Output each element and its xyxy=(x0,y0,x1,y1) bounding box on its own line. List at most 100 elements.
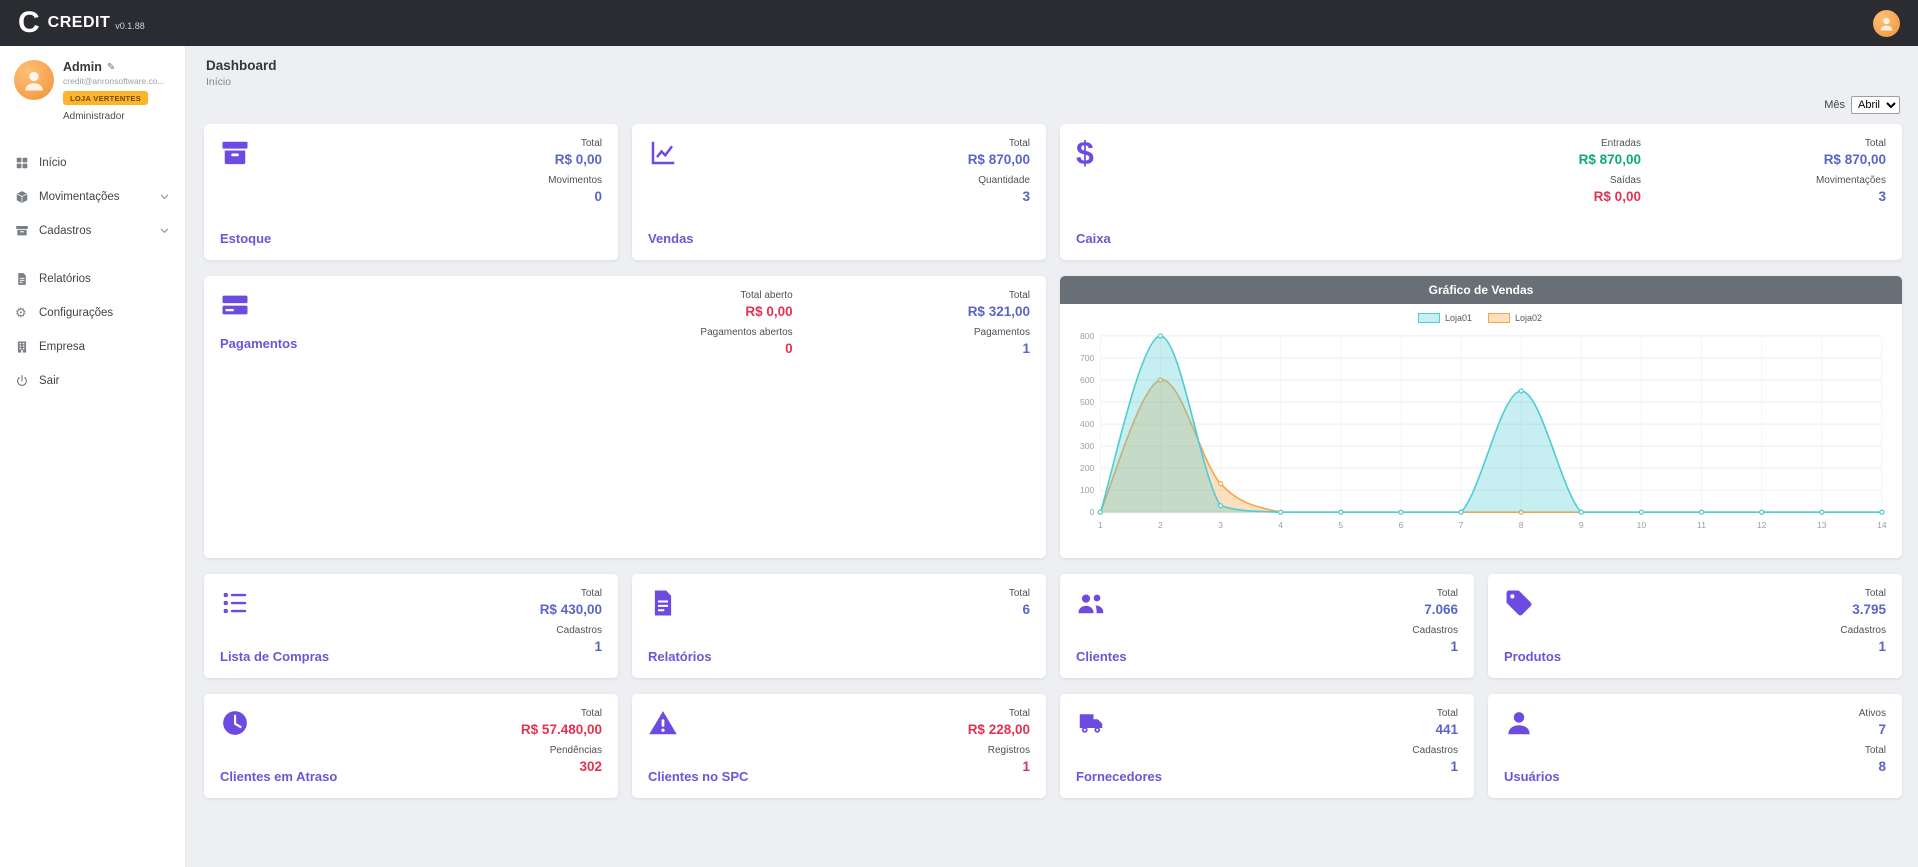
card-fornecedores: Fornecedores Total441 Cadastros1 xyxy=(1060,694,1474,798)
chart-line-icon xyxy=(648,138,678,168)
sidebar-menu: Início Movimentações Cadastros Relatório… xyxy=(0,146,185,398)
sales-chart-card: Gráfico de Vendas Loja01 Loja02 01002003… xyxy=(1060,276,1902,558)
legend-item-loja01[interactable]: Loja01 xyxy=(1418,313,1472,323)
sidebar-item-sair[interactable]: Sair xyxy=(0,364,185,398)
svg-text:200: 200 xyxy=(1080,463,1095,473)
sidebar-item-inicio[interactable]: Início xyxy=(0,146,185,180)
card-title[interactable]: Lista de Compras xyxy=(220,649,329,664)
sidebar-item-label: Movimentações xyxy=(39,191,120,203)
card-title[interactable]: Usuários xyxy=(1504,769,1560,784)
stat-value: 1 xyxy=(968,758,1030,776)
sidebar-item-movimentacoes[interactable]: Movimentações xyxy=(0,180,185,214)
svg-text:14: 14 xyxy=(1877,520,1887,530)
archive-icon xyxy=(220,138,250,168)
svg-text:12: 12 xyxy=(1757,520,1767,530)
profile-name: Admin xyxy=(63,60,102,74)
stat-label: Entradas xyxy=(1579,138,1641,151)
stat-label: Total xyxy=(968,708,1030,721)
stat-label: Cadastros xyxy=(1412,745,1458,758)
sales-area-chart: 0100200300400500600700800123456789101112… xyxy=(1066,328,1894,536)
stat-label: Total xyxy=(1816,138,1886,151)
sidebar-item-label: Relatórios xyxy=(39,273,91,285)
stat-value: 1 xyxy=(540,638,602,656)
stat-label: Total xyxy=(1859,745,1886,758)
warning-icon xyxy=(648,708,678,738)
card-title[interactable]: Relatórios xyxy=(648,649,712,664)
file-text-icon xyxy=(648,588,678,618)
stat-value: 1 xyxy=(968,340,1030,358)
cards-grid: Estoque TotalR$ 0,00 Movimentos0 Vendas … xyxy=(204,124,1902,798)
sidebar-item-cadastros[interactable]: Cadastros xyxy=(0,214,185,248)
stat-value: R$ 870,00 xyxy=(1579,151,1641,169)
stat-label: Pendências xyxy=(521,745,602,758)
users-group-icon xyxy=(1076,588,1106,618)
legend-label: Loja02 xyxy=(1515,313,1542,323)
card-caixa: $ Caixa EntradasR$ 870,00 SaídasR$ 0,00 … xyxy=(1060,124,1902,260)
card-title[interactable]: Clientes em Atraso xyxy=(220,769,337,784)
month-select[interactable]: Abril xyxy=(1851,96,1900,114)
card-title[interactable]: Produtos xyxy=(1504,649,1561,664)
svg-text:600: 600 xyxy=(1080,375,1095,385)
stat-value: 7.066 xyxy=(1412,601,1458,619)
card-title[interactable]: Clientes no SPC xyxy=(648,769,748,784)
month-label: Mês xyxy=(1824,99,1845,111)
svg-text:13: 13 xyxy=(1817,520,1827,530)
card-usuarios: Usuários Ativos7 Total8 xyxy=(1488,694,1902,798)
stat-value: 302 xyxy=(521,758,602,776)
person-icon xyxy=(1877,14,1896,33)
user-avatar[interactable] xyxy=(1873,10,1900,37)
card-clientes-no-spc: Clientes no SPC TotalR$ 228,00 Registros… xyxy=(632,694,1046,798)
stat-value: R$ 228,00 xyxy=(968,721,1030,739)
card-pagamentos: Pagamentos Total abertoR$ 0,00 Pagamento… xyxy=(204,276,1046,558)
main-content: Dashboard Início Mês Abril Estoque To xyxy=(186,46,1918,867)
stat-value: 441 xyxy=(1412,721,1458,739)
legend-item-loja02[interactable]: Loja02 xyxy=(1488,313,1542,323)
stat-label: Cadastros xyxy=(540,625,602,638)
svg-text:7: 7 xyxy=(1459,520,1464,530)
sidebar-item-configuracoes[interactable]: ⚙ Configurações xyxy=(0,296,185,330)
stat-value: 0 xyxy=(548,188,602,206)
stat-label: Total xyxy=(1840,588,1886,601)
app-name: CREDIT xyxy=(48,14,111,32)
credit-card-icon xyxy=(220,290,250,320)
chart-legend: Loja01 Loja02 xyxy=(1066,308,1894,328)
card-title[interactable]: Caixa xyxy=(1076,231,1111,246)
card-title[interactable]: Estoque xyxy=(220,231,271,246)
card-title[interactable]: Clientes xyxy=(1076,649,1127,664)
card-produtos: Produtos Total3.795 Cadastros1 xyxy=(1488,574,1902,678)
svg-text:700: 700 xyxy=(1080,353,1095,363)
card-clientes-em-atraso: Clientes em Atraso TotalR$ 57.480,00 Pen… xyxy=(204,694,618,798)
profile-avatar[interactable] xyxy=(14,60,54,100)
dollar-icon: $ xyxy=(1076,138,1111,168)
edit-profile-icon[interactable]: ✎ xyxy=(107,62,115,73)
sidebar: Admin ✎ credit@anronsoftware.co... LOJA … xyxy=(0,46,186,867)
svg-text:500: 500 xyxy=(1080,397,1095,407)
stat-label: Movimentos xyxy=(548,175,602,188)
sidebar-item-label: Cadastros xyxy=(39,225,91,237)
svg-text:1: 1 xyxy=(1098,520,1103,530)
grid-icon xyxy=(15,156,29,170)
card-title[interactable]: Pagamentos xyxy=(220,336,297,351)
legend-swatch-loja01 xyxy=(1418,313,1440,323)
stat-value: 0 xyxy=(700,340,792,358)
stat-label: Total xyxy=(540,588,602,601)
stat-label: Total aberto xyxy=(700,290,792,303)
card-title[interactable]: Vendas xyxy=(648,231,694,246)
svg-text:3: 3 xyxy=(1218,520,1223,530)
sidebar-item-relatorios[interactable]: Relatórios xyxy=(0,262,185,296)
sidebar-item-empresa[interactable]: Empresa xyxy=(0,330,185,364)
card-estoque: Estoque TotalR$ 0,00 Movimentos0 xyxy=(204,124,618,260)
topbar: C CREDIT v0.1.88 xyxy=(0,0,1918,46)
card-title[interactable]: Fornecedores xyxy=(1076,769,1162,784)
stat-value: R$ 870,00 xyxy=(968,151,1030,169)
clock-icon xyxy=(220,708,250,738)
svg-text:400: 400 xyxy=(1080,419,1095,429)
sidebar-item-label: Configurações xyxy=(39,307,113,319)
stat-value: 7 xyxy=(1859,721,1886,739)
chart-title: Gráfico de Vendas xyxy=(1060,276,1902,304)
svg-text:5: 5 xyxy=(1338,520,1343,530)
box-icon xyxy=(15,190,29,204)
card-lista-de-compras: Lista de Compras TotalR$ 430,00 Cadastro… xyxy=(204,574,618,678)
gear-icon: ⚙ xyxy=(15,306,29,320)
truck-icon xyxy=(1076,708,1106,738)
